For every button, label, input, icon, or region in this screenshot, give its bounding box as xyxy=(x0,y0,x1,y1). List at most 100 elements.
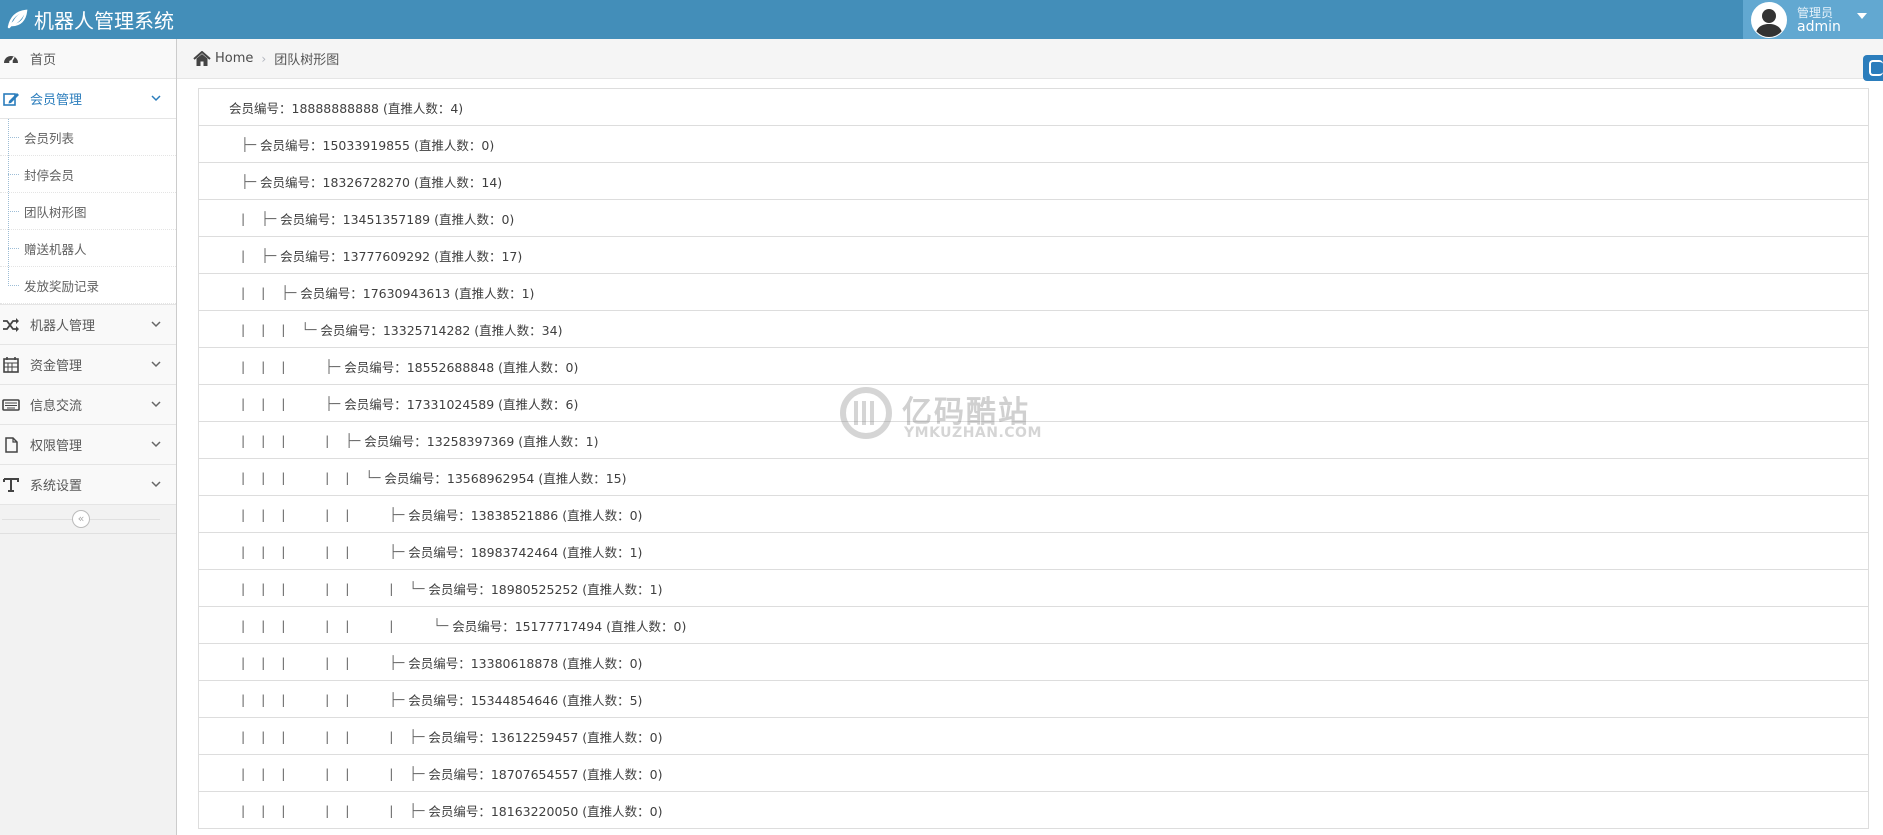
sidebar-item-label: 首页 xyxy=(30,53,57,68)
tree-node-label: 会员编号：15033919855 (直推人数：0) xyxy=(260,137,495,153)
tree-branch-prefix: | | | | | └─ xyxy=(241,469,385,485)
sidebar-item-label: 权限管理 xyxy=(30,439,83,454)
keyboard-icon xyxy=(2,396,20,414)
tree-row: | | | | | ├─ 会员编号：13380618878 (直推人数：0) xyxy=(198,644,1869,681)
sidebar-subitem-banned-members[interactable]: 封停会员 xyxy=(0,156,176,193)
tree-branch-prefix: | | | | | ├─ xyxy=(241,543,409,559)
sidebar-item-settings[interactable]: 系统设置 xyxy=(0,465,176,505)
text-icon xyxy=(2,476,20,494)
tree-row: | ├─ 会员编号：13777609292 (直推人数：17) xyxy=(198,237,1869,274)
tree-branch-prefix: | | | | | | └─ xyxy=(241,580,429,596)
breadcrumb-current: 团队树形图 xyxy=(274,53,340,68)
sidebar-item-member[interactable]: 会员管理 xyxy=(0,79,176,119)
sidebar-collapse-button[interactable]: « xyxy=(72,510,90,528)
sidebar-item-finance[interactable]: 资金管理 xyxy=(0,345,176,385)
user-role: 管理员 xyxy=(1797,5,1834,20)
sidebar-subitem-team-tree[interactable]: 团队树形图 xyxy=(0,193,176,230)
avatar xyxy=(1751,1,1787,38)
user-name: admin xyxy=(1797,18,1841,35)
tree-branch-prefix: | | | └─ xyxy=(241,321,321,337)
edit-icon xyxy=(2,90,20,108)
tree-row: | | | | ├─ 会员编号：13258397369 (直推人数：1) xyxy=(198,422,1869,459)
tree-row: ├─ 会员编号：18326728270 (直推人数：14) xyxy=(198,163,1869,200)
sidebar-item-home[interactable]: 首页 xyxy=(0,39,176,79)
tree-row: | | | | | | ├─ 会员编号：18707654557 (直推人数：0) xyxy=(198,755,1869,792)
tree-branch-prefix: | | | ├─ xyxy=(241,395,345,411)
random-icon xyxy=(2,316,20,334)
tree-node-label: 会员编号：18888888888 (直推人数：4) xyxy=(229,100,464,116)
sidebar-item-robot[interactable]: 机器人管理 xyxy=(0,305,176,345)
tree-node-label: 会员编号：13380618878 (直推人数：0) xyxy=(408,655,643,671)
sidebar-item-label: 机器人管理 xyxy=(30,319,96,334)
user-menu[interactable]: 管理员 admin xyxy=(1743,0,1883,39)
tree-branch-prefix: | | | | | ├─ xyxy=(241,506,409,522)
tree-row: | | | | | ├─ 会员编号：18983742464 (直推人数：1) xyxy=(198,533,1869,570)
tree-node-label: 会员编号：15177717494 (直推人数：0) xyxy=(452,618,687,634)
top-navbar: 机器人管理系统 管理员 admin xyxy=(0,0,1883,39)
tree-node-label: 会员编号：17331024589 (直推人数：6) xyxy=(344,396,579,412)
tree-node-label: 会员编号：18552688848 (直推人数：0) xyxy=(344,359,579,375)
tree-node-label: 会员编号：13777609292 (直推人数：17) xyxy=(280,248,523,264)
tree-node-label: 会员编号：18163220050 (直推人数：0) xyxy=(428,803,663,819)
tree-node-label: 会员编号：13258397369 (直推人数：1) xyxy=(364,433,599,449)
tree-branch-prefix: | | | | | ├─ xyxy=(241,654,409,670)
chevron-down-icon xyxy=(150,358,162,370)
floating-side-button[interactable] xyxy=(1863,55,1883,81)
tree-node-label: 会员编号：18983742464 (直推人数：1) xyxy=(408,544,643,560)
sidebar: 首页 会员管理 会员列表 封停会员 团队树形图 赠送机器人 发放奖励记录 机器人… xyxy=(0,39,177,835)
calendar-icon xyxy=(2,356,20,374)
leaf-icon xyxy=(6,8,28,30)
chevron-down-icon xyxy=(150,318,162,330)
submenu-member: 会员列表 封停会员 团队树形图 赠送机器人 发放奖励记录 xyxy=(0,119,176,305)
file-icon xyxy=(2,436,20,454)
dashboard-icon xyxy=(2,50,20,68)
tree-node-label: 会员编号：15344854646 (直推人数：5) xyxy=(408,692,643,708)
breadcrumb-separator: › xyxy=(261,51,267,66)
tree-row: | | | | | └─ 会员编号：13568962954 (直推人数：15) xyxy=(198,459,1869,496)
tree-branch-prefix: ├─ xyxy=(241,136,261,152)
tree-row: | | | └─ 会员编号：13325714282 (直推人数：34) xyxy=(198,311,1869,348)
sidebar-item-label: 信息交流 xyxy=(30,399,83,414)
tree-row: ├─ 会员编号：15033919855 (直推人数：0) xyxy=(198,126,1869,163)
breadcrumb: Home › 团队树形图 xyxy=(177,39,1883,79)
tree-row: | | | | | | └─ 会员编号：15177717494 (直推人数：0) xyxy=(198,607,1869,644)
tree-branch-prefix: | ├─ xyxy=(241,247,281,263)
app-brand[interactable]: 机器人管理系统 xyxy=(6,2,174,36)
tree-row: | | | | | ├─ 会员编号：13838521886 (直推人数：0) xyxy=(198,496,1869,533)
sidebar-item-label: 会员管理 xyxy=(30,93,83,108)
team-tree: 会员编号：18888888888 (直推人数：4) ├─ 会员编号：1503391… xyxy=(198,88,1869,829)
sidebar-subitem-gift-robot[interactable]: 赠送机器人 xyxy=(0,230,176,267)
tree-row: | ├─ 会员编号：13451357189 (直推人数：0) xyxy=(198,200,1869,237)
sidebar-subitem-reward-records[interactable]: 发放奖励记录 xyxy=(0,267,176,304)
sidebar-item-label: 资金管理 xyxy=(30,359,83,374)
tree-branch-prefix: | | | ├─ xyxy=(241,358,345,374)
tree-row: | | | | | ├─ 会员编号：15344854646 (直推人数：5) xyxy=(198,681,1869,718)
breadcrumb-home-link[interactable]: Home xyxy=(215,51,253,66)
tree-branch-prefix: | | | | | ├─ xyxy=(241,691,409,707)
tree-branch-prefix: | | | | ├─ xyxy=(241,432,365,448)
tree-node-label: 会员编号：13838521886 (直推人数：0) xyxy=(408,507,643,523)
caret-down-icon xyxy=(1857,13,1867,19)
tree-node-label: 会员编号：17630943613 (直推人数：1) xyxy=(300,285,535,301)
tree-branch-prefix: | | | | | | ├─ xyxy=(241,802,429,818)
tree-row: | | | | | | ├─ 会员编号：18163220050 (直推人数：0) xyxy=(198,792,1869,829)
tree-branch-prefix: | | ├─ xyxy=(241,284,301,300)
tree-node-label: 会员编号：13612259457 (直推人数：0) xyxy=(428,729,663,745)
tree-node-label: 会员编号：13325714282 (直推人数：34) xyxy=(320,322,563,338)
sidebar-subitem-member-list[interactable]: 会员列表 xyxy=(0,119,176,156)
sidebar-item-permissions[interactable]: 权限管理 xyxy=(0,425,176,465)
home-icon xyxy=(193,50,211,67)
tree-node-label: 会员编号：18707654557 (直推人数：0) xyxy=(428,766,663,782)
sidebar-collapse-bar: « xyxy=(0,505,176,534)
tree-node-label: 会员编号：13451357189 (直推人数：0) xyxy=(280,211,515,227)
tree-node-label: 会员编号：18980525252 (直推人数：1) xyxy=(428,581,663,597)
app-title: 机器人管理系统 xyxy=(34,8,174,33)
tree-row: | | | | | | ├─ 会员编号：13612259457 (直推人数：0) xyxy=(198,718,1869,755)
tree-branch-prefix: | ├─ xyxy=(241,210,281,226)
tree-row: 会员编号：18888888888 (直推人数：4) xyxy=(198,89,1869,126)
sidebar-item-messages[interactable]: 信息交流 xyxy=(0,385,176,425)
chevron-down-icon xyxy=(150,92,162,104)
tree-row: | | | ├─ 会员编号：18552688848 (直推人数：0) xyxy=(198,348,1869,385)
tree-row: | | | | | | └─ 会员编号：18980525252 (直推人数：1) xyxy=(198,570,1869,607)
chevron-down-icon xyxy=(150,478,162,490)
